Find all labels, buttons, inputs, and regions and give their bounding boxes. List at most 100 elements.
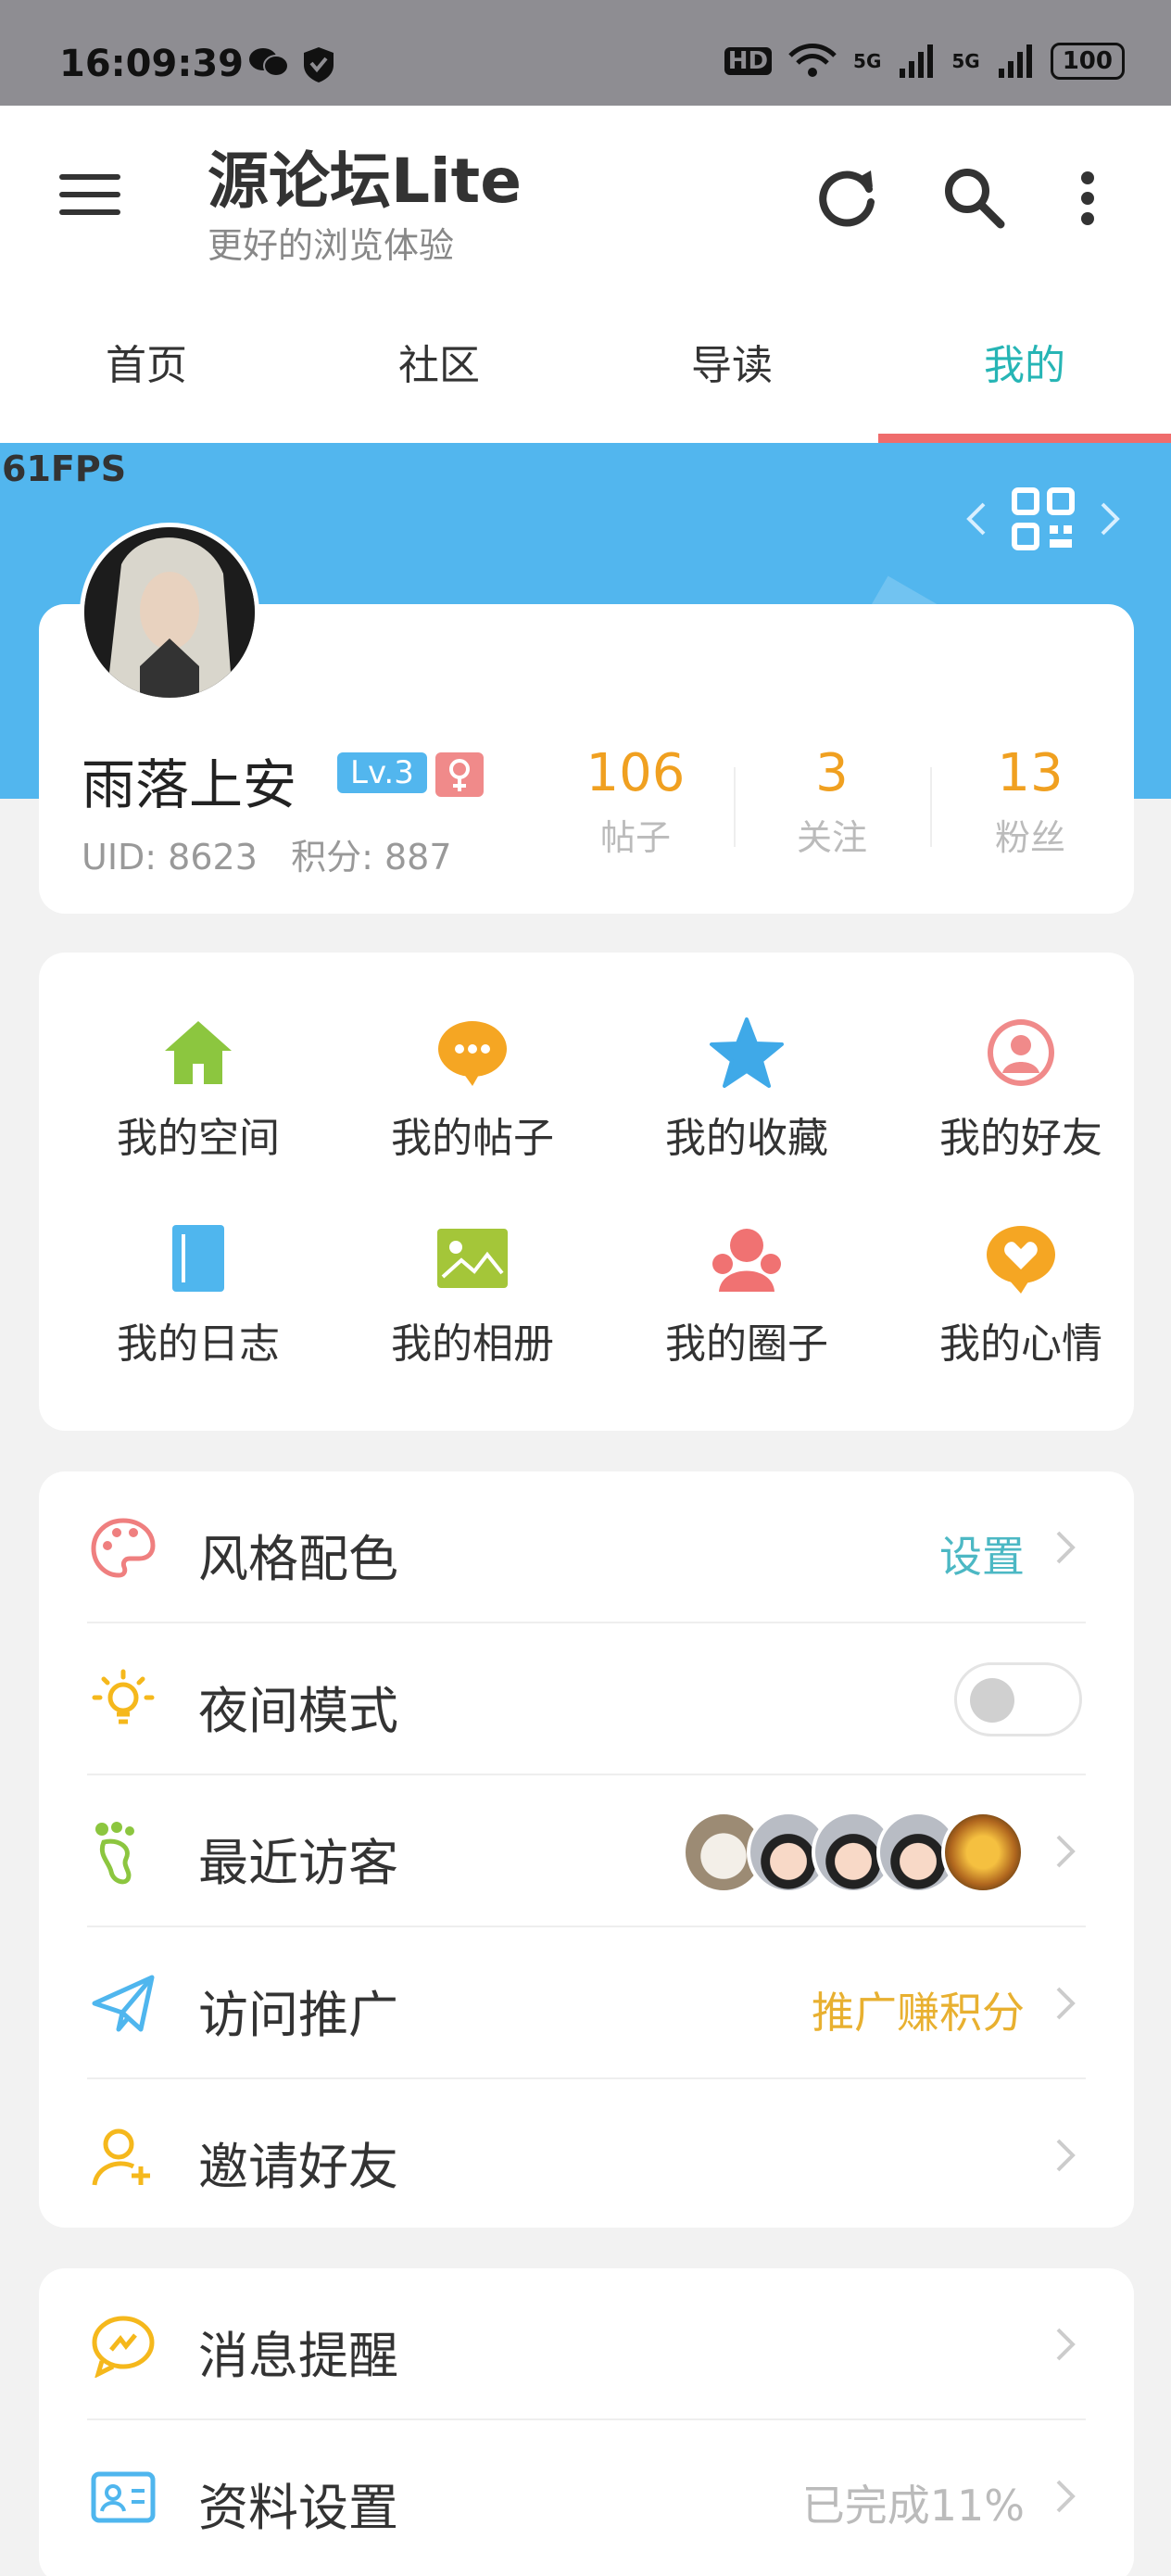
refresh-icon[interactable] bbox=[812, 161, 886, 235]
chevron-right-icon bbox=[1056, 2139, 1076, 2172]
home-icon bbox=[165, 1021, 232, 1084]
row-notifications[interactable]: 消息提醒 bbox=[39, 2268, 1134, 2420]
row-label: 风格配色 bbox=[198, 1530, 398, 1588]
row-invite-friends[interactable]: 邀请好友 bbox=[39, 2079, 1134, 2231]
female-icon bbox=[435, 752, 484, 797]
palette-icon bbox=[91, 1518, 156, 1578]
grid-item-my-friends[interactable]: 我的好友 bbox=[882, 1017, 1160, 1164]
chevron-right-icon bbox=[1056, 2480, 1076, 2513]
chevron-left-icon[interactable] bbox=[965, 500, 988, 537]
chat-bubble-icon bbox=[438, 1021, 507, 1086]
row-value: 推广赚积分 bbox=[812, 1988, 1025, 2038]
grid-item-label: 我的空间 bbox=[117, 1115, 280, 1162]
row-value: 已完成11% bbox=[801, 2481, 1025, 2531]
friend-icon bbox=[988, 1019, 1054, 1086]
search-icon[interactable] bbox=[938, 161, 1012, 235]
signal-icon-2 bbox=[998, 44, 1032, 78]
row-profile-settings[interactable]: 资料设置 已完成11% bbox=[39, 2420, 1134, 2572]
grid-item-my-space[interactable]: 我的空间 bbox=[59, 1017, 337, 1164]
menu-icon[interactable] bbox=[59, 174, 120, 222]
app-bar: 源论坛Lite 更好的浏览体验 bbox=[0, 106, 1171, 308]
stat-label: 帖子 bbox=[599, 817, 671, 858]
grid-item-label: 我的相册 bbox=[391, 1320, 554, 1368]
status-bar: 16:09:39 HD 5G 5G 100 bbox=[0, 0, 1171, 106]
heart-bubble-icon bbox=[987, 1226, 1055, 1294]
chevron-right-icon bbox=[1056, 1531, 1076, 1564]
row-label: 消息提醒 bbox=[198, 2327, 398, 2385]
toggle-knob bbox=[970, 1678, 1014, 1723]
username[interactable]: 雨落上安 bbox=[82, 741, 296, 819]
stat-label: 关注 bbox=[796, 817, 867, 858]
wifi-icon bbox=[788, 44, 837, 77]
row-recent-visitors[interactable]: 最近访客 bbox=[39, 1775, 1134, 1927]
stat-fans[interactable]: 13 粉丝 bbox=[938, 743, 1123, 860]
lightbulb-icon bbox=[92, 1669, 155, 1724]
stat-following[interactable]: 3 关注 bbox=[739, 743, 925, 860]
row-promotion[interactable]: 访问推广 推广赚积分 bbox=[39, 1927, 1134, 2079]
stat-value: 3 bbox=[815, 743, 849, 803]
grid-item-my-album[interactable]: 我的相册 bbox=[334, 1223, 611, 1370]
grid-item-label: 我的日志 bbox=[117, 1320, 280, 1368]
status-time: 16:09:39 bbox=[59, 43, 244, 85]
grid-item-label: 我的收藏 bbox=[665, 1115, 828, 1162]
uid-points: UID: 8623 积分: 887 bbox=[82, 828, 452, 879]
message-alert-icon bbox=[92, 2316, 155, 2378]
fps-counter: 61FPS bbox=[2, 448, 127, 489]
paper-plane-icon bbox=[92, 1975, 155, 2032]
app-subtitle: 更好的浏览体验 bbox=[208, 225, 455, 266]
row-label: 资料设置 bbox=[198, 2479, 398, 2537]
row-label: 访问推广 bbox=[198, 1986, 398, 2044]
settings-list: 风格配色 设置 夜间模式 最近访客 访问推广 推广赚积分 邀请好友 bbox=[39, 1471, 1134, 2228]
grid-item-my-favorites[interactable]: 我的收藏 bbox=[608, 1017, 886, 1164]
tab-bar: 首页 社区 导读 我的 bbox=[0, 308, 1171, 443]
points-text: 积分: 887 bbox=[291, 837, 452, 878]
footprint-icon bbox=[95, 1822, 134, 1885]
grid-item-my-circles[interactable]: 我的圈子 bbox=[608, 1223, 886, 1370]
tab-community[interactable]: 社区 bbox=[293, 308, 586, 443]
shield-icon bbox=[304, 47, 334, 82]
grid-item-my-posts[interactable]: 我的帖子 bbox=[334, 1017, 611, 1164]
settings-list-2: 消息提醒 资料设置 已完成11% bbox=[39, 2268, 1134, 2576]
stat-divider bbox=[734, 767, 736, 847]
group-icon bbox=[712, 1229, 781, 1292]
stat-value: 106 bbox=[586, 743, 686, 803]
book-icon bbox=[172, 1225, 224, 1292]
signal-icon bbox=[900, 44, 934, 78]
visitor-avatar bbox=[941, 1811, 1025, 1894]
visitor-avatars[interactable] bbox=[682, 1811, 1025, 1894]
chevron-right-icon bbox=[1056, 2328, 1076, 2361]
hd-icon: HD bbox=[724, 47, 773, 75]
chevron-right-icon[interactable] bbox=[1099, 500, 1121, 537]
grid-item-my-journal[interactable]: 我的日志 bbox=[59, 1223, 337, 1370]
uid-text: UID: 8623 bbox=[82, 837, 258, 878]
grid-item-my-mood[interactable]: 我的心情 bbox=[882, 1223, 1160, 1370]
feature-grid: 我的空间 我的帖子 我的收藏 我的好友 我的日志 我的相册 我的圈子 我的心情 bbox=[39, 953, 1134, 1431]
wechat-icon bbox=[249, 48, 289, 77]
avatar[interactable] bbox=[80, 523, 259, 702]
grid-item-label: 我的好友 bbox=[939, 1115, 1102, 1162]
level-badge: Lv.3 bbox=[337, 752, 427, 793]
row-label: 最近访客 bbox=[198, 1834, 398, 1892]
qr-nav bbox=[965, 487, 1121, 550]
row-label: 夜间模式 bbox=[198, 1682, 398, 1740]
battery-icon: 100 bbox=[1050, 43, 1125, 80]
night-mode-toggle[interactable] bbox=[954, 1662, 1082, 1736]
stat-divider bbox=[930, 767, 932, 847]
id-card-icon bbox=[91, 2471, 156, 2523]
grid-item-label: 我的心情 bbox=[939, 1320, 1102, 1368]
app-title: 源论坛Lite bbox=[208, 145, 522, 217]
tab-guide[interactable]: 导读 bbox=[586, 308, 878, 443]
row-value: 设置 bbox=[939, 1532, 1025, 1582]
qr-code-icon[interactable] bbox=[1012, 487, 1075, 550]
stat-label: 粉丝 bbox=[994, 817, 1065, 858]
more-vert-icon[interactable] bbox=[1069, 161, 1106, 235]
stat-posts[interactable]: 106 帖子 bbox=[543, 743, 728, 860]
star-icon bbox=[710, 1017, 784, 1088]
signal-5g-label: 5G bbox=[853, 50, 882, 72]
tab-mine[interactable]: 我的 bbox=[878, 308, 1171, 443]
tab-home[interactable]: 首页 bbox=[0, 308, 293, 443]
stat-value: 13 bbox=[997, 743, 1064, 803]
row-theme-color[interactable]: 风格配色 设置 bbox=[39, 1471, 1134, 1623]
add-user-icon bbox=[92, 2128, 150, 2186]
signal-5g-label-2: 5G bbox=[951, 50, 980, 72]
